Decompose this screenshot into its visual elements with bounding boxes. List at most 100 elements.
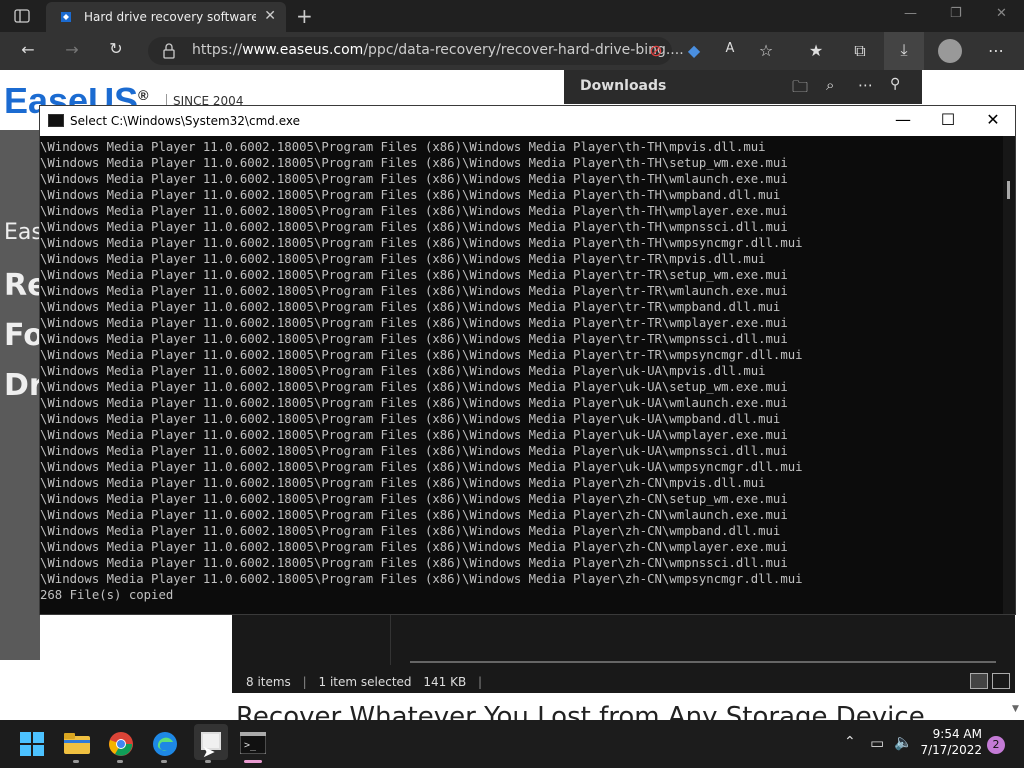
more-options-icon[interactable]: ⋯	[984, 41, 1008, 60]
tab-actions-icon[interactable]	[14, 8, 30, 24]
console-line: \Windows Media Player 11.0.6002.18005\Pr…	[40, 220, 788, 234]
browser-tab[interactable]: Hard drive recovery software: re ✕	[46, 2, 286, 32]
cmd-title: Select C:\Windows\System32\cmd.exe	[70, 114, 300, 128]
clock-time: 9:54 AM	[932, 727, 982, 741]
add-favorite-icon[interactable]: ☆	[754, 41, 778, 60]
windows-start-icon[interactable]	[20, 732, 44, 756]
console-line: \Windows Media Player 11.0.6002.18005\Pr…	[40, 156, 788, 170]
downloads-panel: Downloads 🗀 ⌕ ⋯ ⚲	[564, 70, 922, 104]
console-line: \Windows Media Player 11.0.6002.18005\Pr…	[40, 380, 788, 394]
tab-close-icon[interactable]: ✕	[264, 8, 276, 24]
console-line: \Windows Media Player 11.0.6002.18005\Pr…	[40, 252, 766, 266]
downloads-button[interactable]: ⤓	[884, 32, 924, 70]
url-prefix: https://	[192, 42, 243, 58]
back-icon[interactable]: ←	[16, 40, 40, 59]
show-hidden-icons-icon[interactable]: ⌃	[844, 734, 856, 750]
console-output[interactable]: \Windows Media Player 11.0.6002.18005\Pr…	[40, 139, 1000, 609]
details-view-icon[interactable]	[970, 673, 988, 689]
network-icon[interactable]: ▭	[870, 734, 884, 752]
cmd-scrollbar[interactable]	[1003, 136, 1015, 614]
console-line: \Windows Media Player 11.0.6002.18005\Pr…	[40, 412, 781, 426]
cmd-maximize-icon[interactable]: ☐	[925, 110, 971, 129]
tiles-view-icon[interactable]	[992, 673, 1010, 689]
close-window-icon[interactable]: ✕	[996, 6, 1007, 21]
cmd-scroll-thumb[interactable]	[1007, 181, 1010, 199]
clock-date: 7/17/2022	[920, 743, 982, 757]
svg-text:>_: >_	[244, 740, 257, 751]
tracking-prevention-icon[interactable]: ⊘	[644, 41, 668, 60]
selection-size: 141 KB	[423, 675, 467, 689]
console-line: \Windows Media Player 11.0.6002.18005\Pr…	[40, 492, 788, 506]
selection-info: 1 item selected	[318, 675, 412, 689]
url-path: /ppc/data-recovery/recover-hard-drive-bi…	[363, 42, 684, 58]
explorer-hscroll[interactable]	[410, 661, 996, 663]
read-aloud-icon[interactable]: A	[718, 41, 742, 56]
hero-fragment-4: Dr	[4, 368, 44, 403]
page-hero-strip: Eas Re Fo Dr	[0, 130, 47, 660]
refresh-icon[interactable]: ↻	[104, 39, 128, 58]
site-favicon-icon	[58, 9, 74, 25]
app-running-indicator	[205, 760, 211, 763]
console-line: \Windows Media Player 11.0.6002.18005\Pr…	[40, 508, 788, 522]
cmd-window[interactable]: Select C:\Windows\System32\cmd.exe — ☐ ✕…	[39, 105, 1016, 615]
console-line: \Windows Media Player 11.0.6002.18005\Pr…	[40, 444, 788, 458]
console-line: \Windows Media Player 11.0.6002.18005\Pr…	[40, 188, 781, 202]
restore-icon[interactable]: ❐	[950, 6, 962, 21]
collections-icon[interactable]: ⧉	[848, 41, 872, 61]
console-line: \Windows Media Player 11.0.6002.18005\Pr…	[40, 572, 803, 586]
system-clock[interactable]: 9:54 AM 7/17/2022	[920, 727, 982, 757]
console-line: \Windows Media Player 11.0.6002.18005\Pr…	[40, 348, 803, 362]
app-icon[interactable]: ➤	[194, 724, 228, 761]
explorer-running-indicator	[73, 760, 79, 763]
cmd-app-icon	[48, 114, 64, 127]
notification-badge[interactable]: 2	[987, 736, 1005, 754]
page-bottom-heading: Recover Whatever You Lost from Any Stora…	[236, 702, 925, 720]
url-domain: www.easeus.com	[242, 42, 364, 58]
open-folder-icon[interactable]: 🗀	[792, 76, 808, 103]
profile-avatar[interactable]	[938, 39, 962, 63]
console-line: \Windows Media Player 11.0.6002.18005\Pr…	[40, 556, 788, 570]
registered-mark: ®	[138, 87, 149, 103]
console-line: \Windows Media Player 11.0.6002.18005\Pr…	[40, 476, 766, 490]
volume-icon[interactable]: 🔈	[894, 733, 913, 751]
new-tab-icon[interactable]: +	[296, 4, 313, 28]
console-line: \Windows Media Player 11.0.6002.18005\Pr…	[40, 172, 788, 186]
downloads-more-icon[interactable]: ⋯	[858, 76, 873, 94]
console-line: \Windows Media Player 11.0.6002.18005\Pr…	[40, 428, 788, 442]
console-line: \Windows Media Player 11.0.6002.18005\Pr…	[40, 140, 766, 154]
cmd-close-icon[interactable]: ✕	[970, 110, 1016, 129]
pin-icon[interactable]: ⚲	[890, 76, 900, 92]
console-summary: 268 File(s) copied	[40, 588, 174, 602]
console-line: \Windows Media Player 11.0.6002.18005\Pr…	[40, 364, 766, 378]
console-line: \Windows Media Player 11.0.6002.18005\Pr…	[40, 316, 788, 330]
edge-running-indicator	[161, 760, 167, 763]
minimize-icon[interactable]: —	[904, 6, 917, 21]
search-downloads-icon[interactable]: ⌕	[826, 76, 834, 94]
terminal-icon[interactable]: >_	[239, 731, 270, 762]
console-line: \Windows Media Player 11.0.6002.18005\Pr…	[40, 332, 788, 346]
page-scroll-down-icon[interactable]: ▼	[1012, 704, 1019, 714]
lock-icon	[162, 43, 176, 63]
chrome-running-indicator	[117, 760, 123, 763]
forward-icon[interactable]: →	[60, 40, 84, 59]
file-explorer-window: 8 items | 1 item selected 141 KB |	[232, 605, 1015, 693]
console-line: \Windows Media Player 11.0.6002.18005\Pr…	[40, 460, 803, 474]
console-line: \Windows Media Player 11.0.6002.18005\Pr…	[40, 268, 788, 282]
tab-title: Hard drive recovery software: re	[84, 10, 256, 24]
downloads-title: Downloads	[580, 78, 667, 94]
cmd-title-bar[interactable]: Select C:\Windows\System32\cmd.exe — ☐ ✕	[40, 106, 1015, 136]
file-explorer-icon[interactable]	[64, 732, 94, 762]
address-bar[interactable]: https://www.easeus.com/ppc/data-recovery…	[148, 37, 684, 65]
terminal-active-indicator	[244, 760, 262, 763]
cmd-minimize-icon[interactable]: —	[880, 110, 926, 129]
coupon-icon[interactable]: ◆	[682, 41, 706, 60]
item-count: 8 items	[246, 675, 291, 689]
edge-icon[interactable]	[152, 731, 182, 761]
console-line: \Windows Media Player 11.0.6002.18005\Pr…	[40, 540, 788, 554]
chrome-icon[interactable]	[108, 731, 138, 761]
hero-fragment-3: Fo	[4, 318, 44, 353]
browser-tab-bar: Hard drive recovery software: re ✕ + — ❐…	[0, 0, 1024, 32]
mouse-cursor-icon: ➤	[202, 742, 216, 761]
hero-fragment-1: Eas	[4, 220, 43, 245]
favorites-icon[interactable]: ★	[804, 41, 828, 60]
